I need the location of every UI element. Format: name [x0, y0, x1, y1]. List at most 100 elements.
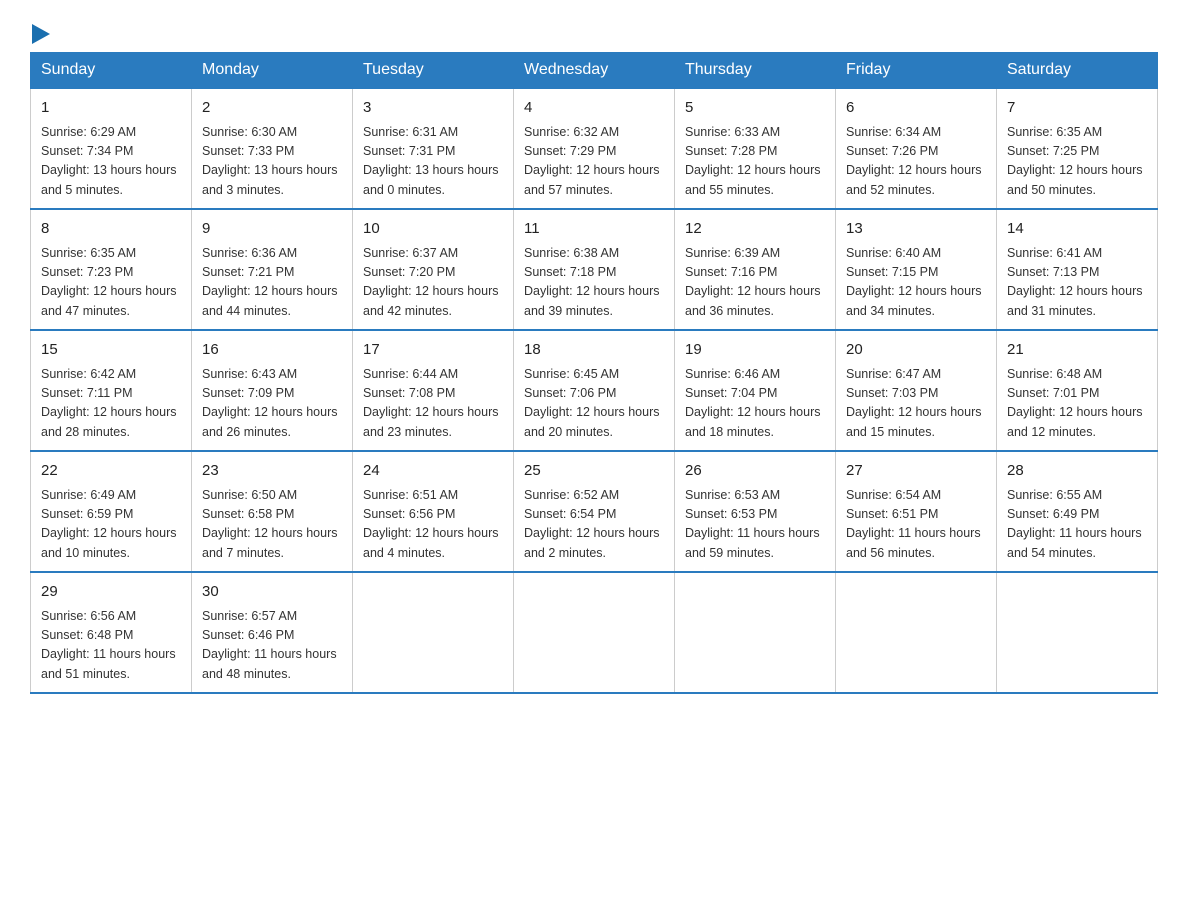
day-info: Sunrise: 6:36 AMSunset: 7:21 PMDaylight:… — [202, 244, 342, 322]
calendar-cell: 24 Sunrise: 6:51 AMSunset: 6:56 PMDayligh… — [353, 451, 514, 572]
calendar-table: SundayMondayTuesdayWednesdayThursdayFrid… — [30, 52, 1158, 694]
day-info: Sunrise: 6:48 AMSunset: 7:01 PMDaylight:… — [1007, 365, 1147, 443]
day-info: Sunrise: 6:33 AMSunset: 7:28 PMDaylight:… — [685, 123, 825, 201]
calendar-cell: 29 Sunrise: 6:56 AMSunset: 6:48 PMDayligh… — [31, 572, 192, 693]
page-header — [30, 20, 1158, 42]
calendar-cell: 26Sunrise: 6:53 AMSunset: 6:53 PMDayligh… — [675, 451, 836, 572]
calendar-cell — [514, 572, 675, 693]
calendar-cell: 14Sunrise: 6:41 AMSunset: 7:13 PMDayligh… — [997, 209, 1158, 330]
col-header-tuesday: Tuesday — [353, 53, 514, 89]
day-info: Sunrise: 6:57 AMSunset: 6:46 PMDaylight:… — [202, 607, 342, 685]
calendar-cell: 1Sunrise: 6:29 AMSunset: 7:34 PMDaylight… — [31, 88, 192, 209]
day-info: Sunrise: 6:41 AMSunset: 7:13 PMDaylight:… — [1007, 244, 1147, 322]
day-info: Sunrise: 6:40 AMSunset: 7:15 PMDaylight:… — [846, 244, 986, 322]
day-info: Sunrise: 6:46 AMSunset: 7:04 PMDaylight:… — [685, 365, 825, 443]
calendar-cell: 23 Sunrise: 6:50 AMSunset: 6:58 PMDayligh… — [192, 451, 353, 572]
calendar-cell: 21 Sunrise: 6:48 AMSunset: 7:01 PMDayligh… — [997, 330, 1158, 451]
day-number: 13 — [846, 218, 986, 241]
day-number: 15 — [41, 339, 181, 362]
calendar-cell: 2 Sunrise: 6:30 AMSunset: 7:33 PMDaylight… — [192, 88, 353, 209]
day-number: 8 — [41, 218, 181, 241]
day-info: Sunrise: 6:31 AMSunset: 7:31 PMDaylight:… — [363, 123, 503, 201]
day-number: 20 — [846, 339, 986, 362]
day-info: Sunrise: 6:34 AMSunset: 7:26 PMDaylight:… — [846, 123, 986, 201]
day-number: 19 — [685, 339, 825, 362]
day-number: 10 — [363, 218, 503, 241]
calendar-week-row: 22 Sunrise: 6:49 AMSunset: 6:59 PMDayligh… — [31, 451, 1158, 572]
calendar-week-row: 29 Sunrise: 6:56 AMSunset: 6:48 PMDayligh… — [31, 572, 1158, 693]
day-number: 29 — [41, 581, 181, 604]
day-info: Sunrise: 6:51 AMSunset: 6:56 PMDaylight:… — [363, 486, 503, 564]
col-header-sunday: Sunday — [31, 53, 192, 89]
calendar-cell — [353, 572, 514, 693]
calendar-cell: 27 Sunrise: 6:54 AMSunset: 6:51 PMDayligh… — [836, 451, 997, 572]
calendar-cell: 6 Sunrise: 6:34 AMSunset: 7:26 PMDaylight… — [836, 88, 997, 209]
day-number: 22 — [41, 460, 181, 483]
day-info: Sunrise: 6:49 AMSunset: 6:59 PMDaylight:… — [41, 486, 181, 564]
day-number: 28 — [1007, 460, 1147, 483]
calendar-cell: 9 Sunrise: 6:36 AMSunset: 7:21 PMDaylight… — [192, 209, 353, 330]
col-header-saturday: Saturday — [997, 53, 1158, 89]
day-info: Sunrise: 6:42 AMSunset: 7:11 PMDaylight:… — [41, 365, 181, 443]
calendar-cell: 13 Sunrise: 6:40 AMSunset: 7:15 PMDayligh… — [836, 209, 997, 330]
calendar-cell: 25Sunrise: 6:52 AMSunset: 6:54 PMDayligh… — [514, 451, 675, 572]
calendar-header-row: SundayMondayTuesdayWednesdayThursdayFrid… — [31, 53, 1158, 89]
calendar-cell: 28 Sunrise: 6:55 AMSunset: 6:49 PMDayligh… — [997, 451, 1158, 572]
day-number: 7 — [1007, 97, 1147, 120]
day-number: 23 — [202, 460, 342, 483]
day-number: 18 — [524, 339, 664, 362]
logo-image — [30, 20, 54, 48]
day-info: Sunrise: 6:55 AMSunset: 6:49 PMDaylight:… — [1007, 486, 1147, 564]
day-number: 24 — [363, 460, 503, 483]
day-info: Sunrise: 6:52 AMSunset: 6:54 PMDaylight:… — [524, 486, 664, 564]
day-number: 16 — [202, 339, 342, 362]
day-number: 21 — [1007, 339, 1147, 362]
day-number: 17 — [363, 339, 503, 362]
calendar-cell — [675, 572, 836, 693]
logo — [30, 20, 54, 42]
day-info: Sunrise: 6:45 AMSunset: 7:06 PMDaylight:… — [524, 365, 664, 443]
col-header-wednesday: Wednesday — [514, 53, 675, 89]
day-info: Sunrise: 6:50 AMSunset: 6:58 PMDaylight:… — [202, 486, 342, 564]
calendar-cell: 30 Sunrise: 6:57 AMSunset: 6:46 PMDayligh… — [192, 572, 353, 693]
col-header-friday: Friday — [836, 53, 997, 89]
calendar-cell: 4Sunrise: 6:32 AMSunset: 7:29 PMDaylight… — [514, 88, 675, 209]
day-info: Sunrise: 6:37 AMSunset: 7:20 PMDaylight:… — [363, 244, 503, 322]
col-header-monday: Monday — [192, 53, 353, 89]
day-info: Sunrise: 6:35 AMSunset: 7:23 PMDaylight:… — [41, 244, 181, 322]
day-number: 30 — [202, 581, 342, 604]
day-info: Sunrise: 6:47 AMSunset: 7:03 PMDaylight:… — [846, 365, 986, 443]
logo-triangle-icon — [32, 20, 54, 48]
day-number: 2 — [202, 97, 342, 120]
calendar-cell: 10 Sunrise: 6:37 AMSunset: 7:20 PMDayligh… — [353, 209, 514, 330]
day-info: Sunrise: 6:44 AMSunset: 7:08 PMDaylight:… — [363, 365, 503, 443]
day-info: Sunrise: 6:35 AMSunset: 7:25 PMDaylight:… — [1007, 123, 1147, 201]
day-number: 27 — [846, 460, 986, 483]
day-number: 6 — [846, 97, 986, 120]
calendar-week-row: 8 Sunrise: 6:35 AMSunset: 7:23 PMDaylight… — [31, 209, 1158, 330]
calendar-cell: 18 Sunrise: 6:45 AMSunset: 7:06 PMDayligh… — [514, 330, 675, 451]
day-number: 11 — [524, 218, 664, 241]
calendar-week-row: 1Sunrise: 6:29 AMSunset: 7:34 PMDaylight… — [31, 88, 1158, 209]
calendar-cell: 20 Sunrise: 6:47 AMSunset: 7:03 PMDayligh… — [836, 330, 997, 451]
calendar-week-row: 15 Sunrise: 6:42 AMSunset: 7:11 PMDayligh… — [31, 330, 1158, 451]
day-number: 5 — [685, 97, 825, 120]
day-number: 12 — [685, 218, 825, 241]
day-info: Sunrise: 6:30 AMSunset: 7:33 PMDaylight:… — [202, 123, 342, 201]
calendar-cell: 5 Sunrise: 6:33 AMSunset: 7:28 PMDaylight… — [675, 88, 836, 209]
day-number: 9 — [202, 218, 342, 241]
calendar-cell: 19 Sunrise: 6:46 AMSunset: 7:04 PMDayligh… — [675, 330, 836, 451]
day-number: 1 — [41, 97, 181, 120]
day-info: Sunrise: 6:38 AMSunset: 7:18 PMDaylight:… — [524, 244, 664, 322]
day-info: Sunrise: 6:56 AMSunset: 6:48 PMDaylight:… — [41, 607, 181, 685]
day-info: Sunrise: 6:54 AMSunset: 6:51 PMDaylight:… — [846, 486, 986, 564]
day-info: Sunrise: 6:39 AMSunset: 7:16 PMDaylight:… — [685, 244, 825, 322]
calendar-cell: 7 Sunrise: 6:35 AMSunset: 7:25 PMDaylight… — [997, 88, 1158, 209]
day-number: 3 — [363, 97, 503, 120]
calendar-cell: 17 Sunrise: 6:44 AMSunset: 7:08 PMDayligh… — [353, 330, 514, 451]
calendar-cell: 3 Sunrise: 6:31 AMSunset: 7:31 PMDaylight… — [353, 88, 514, 209]
calendar-cell: 12 Sunrise: 6:39 AMSunset: 7:16 PMDayligh… — [675, 209, 836, 330]
calendar-cell: 8 Sunrise: 6:35 AMSunset: 7:23 PMDaylight… — [31, 209, 192, 330]
calendar-cell — [836, 572, 997, 693]
calendar-cell: 22 Sunrise: 6:49 AMSunset: 6:59 PMDayligh… — [31, 451, 192, 572]
